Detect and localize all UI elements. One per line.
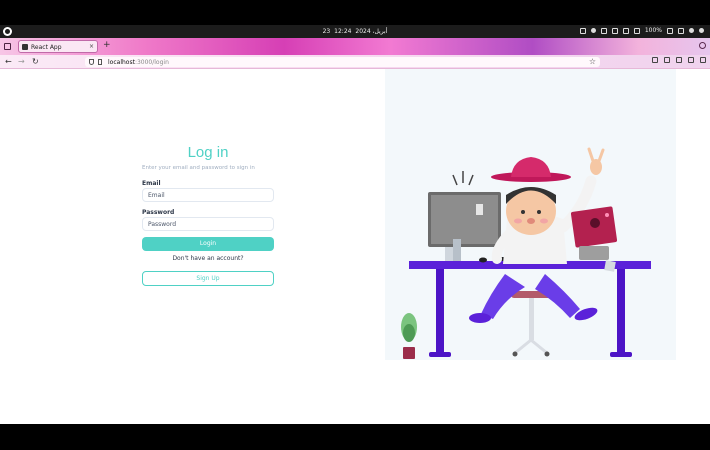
url-bar[interactable]: localhost:3000/login ☆ [85,57,600,67]
shield-icon[interactable] [89,59,94,65]
os-top-bar: 23 أبريل، 2024 12:24 100% [0,25,710,38]
page-viewport: Log in Enter your email and password to … [0,69,710,424]
app-menu-icon[interactable] [700,57,706,63]
record-icon[interactable] [590,28,596,33]
menu-icon[interactable] [600,27,607,34]
download-icon[interactable] [664,57,670,63]
monitor-icon [428,192,501,264]
keyboard-icon[interactable] [579,27,586,34]
tab-list-icon[interactable] [699,42,706,49]
battery-level: 100% [644,27,662,34]
folder-icon[interactable] [611,27,618,34]
tab-title: React App [31,44,62,51]
browser-nav-bar: ← → ↻ localhost:3000/login ☆ [0,55,710,69]
screen: 23 أبريل، 2024 12:24 100% React App × + [0,0,710,450]
bluetooth-icon[interactable] [678,27,684,34]
tab-overview-icon[interactable] [4,43,11,50]
wifi-icon[interactable] [633,27,640,34]
url-text[interactable]: localhost:3000/login [108,59,169,66]
tab-react-app[interactable]: React App × [18,40,98,53]
back-button[interactable]: ← [5,57,12,66]
illustration-panel [385,69,676,360]
chair-icon [511,291,553,357]
battery-icon[interactable] [667,27,673,34]
sparkle-icon [452,171,474,186]
clock-time: 12:24 [334,28,352,35]
person-at-desk-illustration [401,147,651,359]
toolbar-icons [652,57,706,63]
email-label: Email [142,180,161,187]
page-info-icon[interactable] [98,59,102,65]
bell-icon[interactable] [622,27,629,34]
mouse-icon [479,257,487,263]
pocket-icon[interactable] [652,57,658,63]
login-subtitle: Enter your email and password to sign in [142,165,255,171]
bottom-letterbox [0,424,710,450]
new-tab-button[interactable]: + [103,41,111,50]
account-icon[interactable] [676,57,682,63]
clock-date: 23 أبريل، 2024 [322,28,388,35]
power-icon[interactable] [699,28,704,33]
password-field[interactable] [142,217,274,231]
url-host: localhost [108,58,135,66]
login-title: Log in [187,144,229,161]
tab-close-icon[interactable]: × [89,43,94,50]
password-label: Password [142,209,175,216]
reload-button[interactable]: ↻ [32,57,39,66]
browser-tab-strip: React App × + [0,38,710,55]
system-tray: 100% [579,27,704,34]
extensions-icon[interactable] [688,57,694,63]
no-account-text: Don't have an account? [172,255,244,262]
status-icon[interactable] [689,28,694,33]
bookmark-star-icon[interactable]: ☆ [589,57,596,66]
favicon-icon [22,44,28,50]
plant-icon [401,313,417,359]
url-path: :3000/login [134,58,169,66]
signup-button[interactable]: Sign Up [142,271,274,286]
login-button[interactable]: Login [142,237,274,251]
forward-button[interactable]: → [18,57,25,66]
email-field[interactable] [142,188,274,202]
